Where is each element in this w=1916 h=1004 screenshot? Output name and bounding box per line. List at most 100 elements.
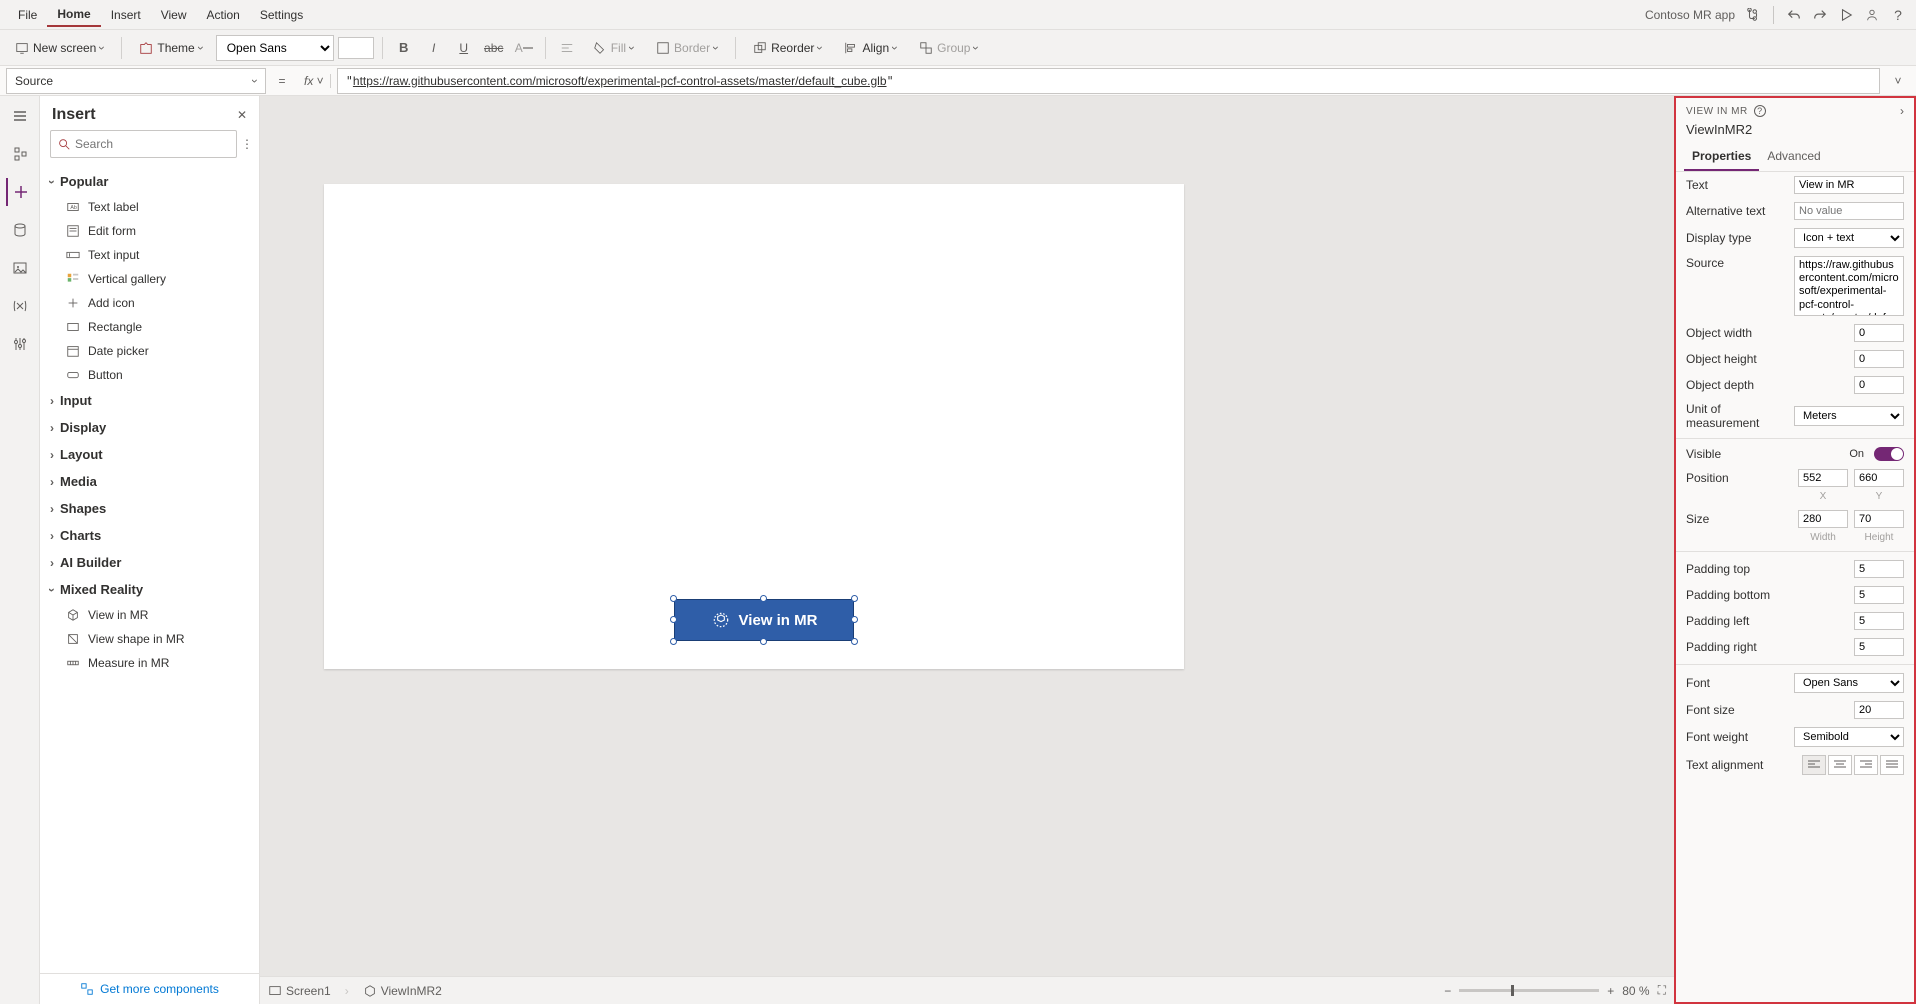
menu-settings[interactable]: Settings	[250, 4, 313, 26]
border-button[interactable]: Border	[647, 36, 727, 60]
menu-view[interactable]: View	[151, 4, 197, 26]
zoom-out-icon[interactable]: −	[1444, 984, 1451, 998]
prop-alt-input[interactable]	[1794, 202, 1904, 220]
zoom-slider[interactable]	[1459, 989, 1599, 992]
category-mixed-reality[interactable]: Mixed Reality	[40, 576, 259, 603]
align-center-button[interactable]	[1828, 755, 1852, 775]
prop-y-input[interactable]	[1854, 469, 1904, 487]
variables-icon[interactable]	[6, 292, 34, 320]
prop-oh-input[interactable]	[1854, 350, 1904, 368]
insert-view-shape-in-mr[interactable]: View shape in MR	[40, 627, 259, 651]
more-icon[interactable]: ⋮	[241, 137, 253, 151]
category-display[interactable]: Display	[40, 414, 259, 441]
prop-x-input[interactable]	[1798, 469, 1848, 487]
prop-pb-input[interactable]	[1854, 586, 1904, 604]
app-screen[interactable]: View in MR	[324, 184, 1184, 669]
prop-pr-input[interactable]	[1854, 638, 1904, 656]
italic-icon[interactable]: I	[421, 35, 447, 61]
share-icon[interactable]	[1862, 5, 1882, 25]
align-left-button[interactable]	[1802, 755, 1826, 775]
menu-insert[interactable]: Insert	[101, 4, 151, 26]
canvas-area[interactable]: View in MR Screen1 › ViewInMR2 − + 80 % …	[260, 96, 1674, 1004]
breadcrumb-control[interactable]: ViewInMR2	[363, 984, 442, 998]
advanced-tools-icon[interactable]	[6, 330, 34, 358]
zoom-in-icon[interactable]: +	[1607, 984, 1614, 998]
prop-pl-input[interactable]	[1854, 612, 1904, 630]
align-button[interactable]: Align	[835, 36, 906, 60]
category-layout[interactable]: Layout	[40, 441, 259, 468]
category-popular[interactable]: Popular	[40, 168, 259, 195]
source-control-icon[interactable]	[1743, 5, 1763, 25]
info-icon[interactable]: ?	[1754, 105, 1766, 117]
help-icon[interactable]: ?	[1888, 5, 1908, 25]
font-size-box[interactable]	[338, 37, 374, 59]
tab-advanced[interactable]: Advanced	[1759, 143, 1828, 171]
insert-view-in-mr[interactable]: View in MR	[40, 603, 259, 627]
media-icon[interactable]	[6, 254, 34, 282]
close-icon[interactable]: ✕	[237, 108, 247, 122]
prop-fw-select[interactable]: Semibold	[1794, 727, 1904, 747]
prop-od-input[interactable]	[1854, 376, 1904, 394]
prop-text-input[interactable]	[1794, 176, 1904, 194]
insert-text-label[interactable]: AbText label	[40, 195, 259, 219]
play-icon[interactable]	[1836, 5, 1856, 25]
new-screen-button[interactable]: New screen	[6, 36, 113, 60]
prop-font-select[interactable]: Open Sans	[1794, 673, 1904, 693]
strikethrough-icon[interactable]: abc	[481, 35, 507, 61]
property-dropdown[interactable]: Source	[6, 68, 266, 94]
get-more-components-link[interactable]: Get more components	[40, 973, 259, 1004]
theme-button[interactable]: Theme	[130, 36, 211, 60]
insert-add-icon[interactable]: Add icon	[40, 291, 259, 315]
insert-button[interactable]: Button	[40, 363, 259, 387]
insert-edit-form[interactable]: Edit form	[40, 219, 259, 243]
hamburger-icon[interactable]	[6, 102, 34, 130]
align-justify-button[interactable]	[1880, 755, 1904, 775]
bold-icon[interactable]: B	[391, 35, 417, 61]
insert-text-input[interactable]: Text input	[40, 243, 259, 267]
redo-icon[interactable]	[1810, 5, 1830, 25]
prop-fs-input[interactable]	[1854, 701, 1904, 719]
font-color-icon[interactable]: A	[511, 35, 537, 61]
insert-date-picker[interactable]: Date picker	[40, 339, 259, 363]
category-shapes[interactable]: Shapes	[40, 495, 259, 522]
menu-file[interactable]: File	[8, 4, 47, 26]
reorder-button[interactable]: Reorder	[744, 36, 831, 60]
fill-button[interactable]: Fill	[584, 36, 643, 60]
fit-icon[interactable]: ⛶	[1658, 983, 1666, 998]
category-ai-builder[interactable]: AI Builder	[40, 549, 259, 576]
formula-input[interactable]: "https://raw.githubusercontent.com/micro…	[337, 68, 1880, 94]
control-type-label: VIEW IN MR	[1686, 106, 1748, 117]
font-select[interactable]: Open Sans	[216, 35, 334, 61]
prop-unit-select[interactable]: Meters	[1794, 406, 1904, 426]
align-right-button[interactable]	[1854, 755, 1878, 775]
prop-height-input[interactable]	[1854, 510, 1904, 528]
insert-rectangle[interactable]: Rectangle	[40, 315, 259, 339]
category-charts[interactable]: Charts	[40, 522, 259, 549]
category-media[interactable]: Media	[40, 468, 259, 495]
prop-width-input[interactable]	[1798, 510, 1848, 528]
prop-pt-input[interactable]	[1854, 560, 1904, 578]
prop-source-input[interactable]: https://raw.githubusercontent.com/micros…	[1794, 256, 1904, 316]
menu-action[interactable]: Action	[197, 4, 250, 26]
underline-icon[interactable]: U	[451, 35, 477, 61]
group-button[interactable]: Group	[910, 36, 987, 60]
prop-display-select[interactable]: Icon + text	[1794, 228, 1904, 248]
formula-expand-icon[interactable]: ˅	[1886, 74, 1910, 88]
prop-visible-toggle[interactable]	[1874, 447, 1904, 461]
data-icon[interactable]	[6, 216, 34, 244]
insert-measure-in-mr[interactable]: Measure in MR	[40, 651, 259, 675]
search-input[interactable]	[50, 130, 237, 158]
panel-expand-icon[interactable]: ›	[1900, 104, 1904, 118]
category-input[interactable]: Input	[40, 387, 259, 414]
control-name[interactable]: ViewInMR2	[1676, 120, 1914, 143]
menu-home[interactable]: Home	[47, 3, 100, 27]
insert-icon[interactable]	[6, 178, 34, 206]
tab-properties[interactable]: Properties	[1684, 143, 1759, 171]
prop-ow-input[interactable]	[1854, 324, 1904, 342]
undo-icon[interactable]	[1784, 5, 1804, 25]
view-in-mr-control[interactable]: View in MR	[674, 599, 854, 641]
insert-vertical-gallery[interactable]: Vertical gallery	[40, 267, 259, 291]
breadcrumb-screen[interactable]: Screen1	[268, 984, 331, 998]
tree-view-icon[interactable]	[6, 140, 34, 168]
text-align-icon[interactable]	[554, 35, 580, 61]
